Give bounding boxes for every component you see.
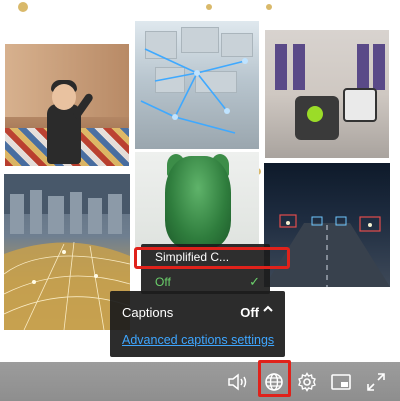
captions-panel: Captions Off Advanced captions settings bbox=[110, 291, 285, 357]
settings-button[interactable] bbox=[293, 368, 321, 396]
selected-check-icon: ✓ bbox=[249, 274, 260, 289]
picture-in-picture-icon bbox=[331, 374, 351, 390]
tile-city-network bbox=[135, 21, 259, 149]
caption-option-off[interactable]: Off bbox=[155, 275, 171, 289]
decorative-dot bbox=[18, 2, 28, 12]
captions-label: Captions bbox=[122, 305, 174, 320]
tile-animated-figure bbox=[5, 44, 129, 166]
advanced-captions-settings-link[interactable]: Advanced captions settings bbox=[122, 333, 274, 347]
tile-green-statue bbox=[135, 152, 259, 250]
highlight-box-globe-button bbox=[258, 360, 291, 397]
gear-icon bbox=[297, 372, 317, 392]
volume-icon bbox=[227, 373, 249, 391]
tile-warehouse-robot bbox=[265, 30, 389, 158]
picture-in-picture-button[interactable] bbox=[327, 368, 355, 396]
decorative-dot bbox=[206, 4, 212, 10]
decorative-dot bbox=[266, 4, 272, 10]
captions-toggle-value[interactable]: Off bbox=[240, 305, 259, 320]
volume-button[interactable] bbox=[224, 368, 252, 396]
chevron-up-icon[interactable] bbox=[263, 303, 273, 317]
fullscreen-button[interactable] bbox=[362, 368, 390, 396]
player-toolbar bbox=[0, 362, 400, 401]
fullscreen-icon bbox=[366, 372, 386, 392]
highlight-box-simplified-option bbox=[134, 247, 290, 269]
